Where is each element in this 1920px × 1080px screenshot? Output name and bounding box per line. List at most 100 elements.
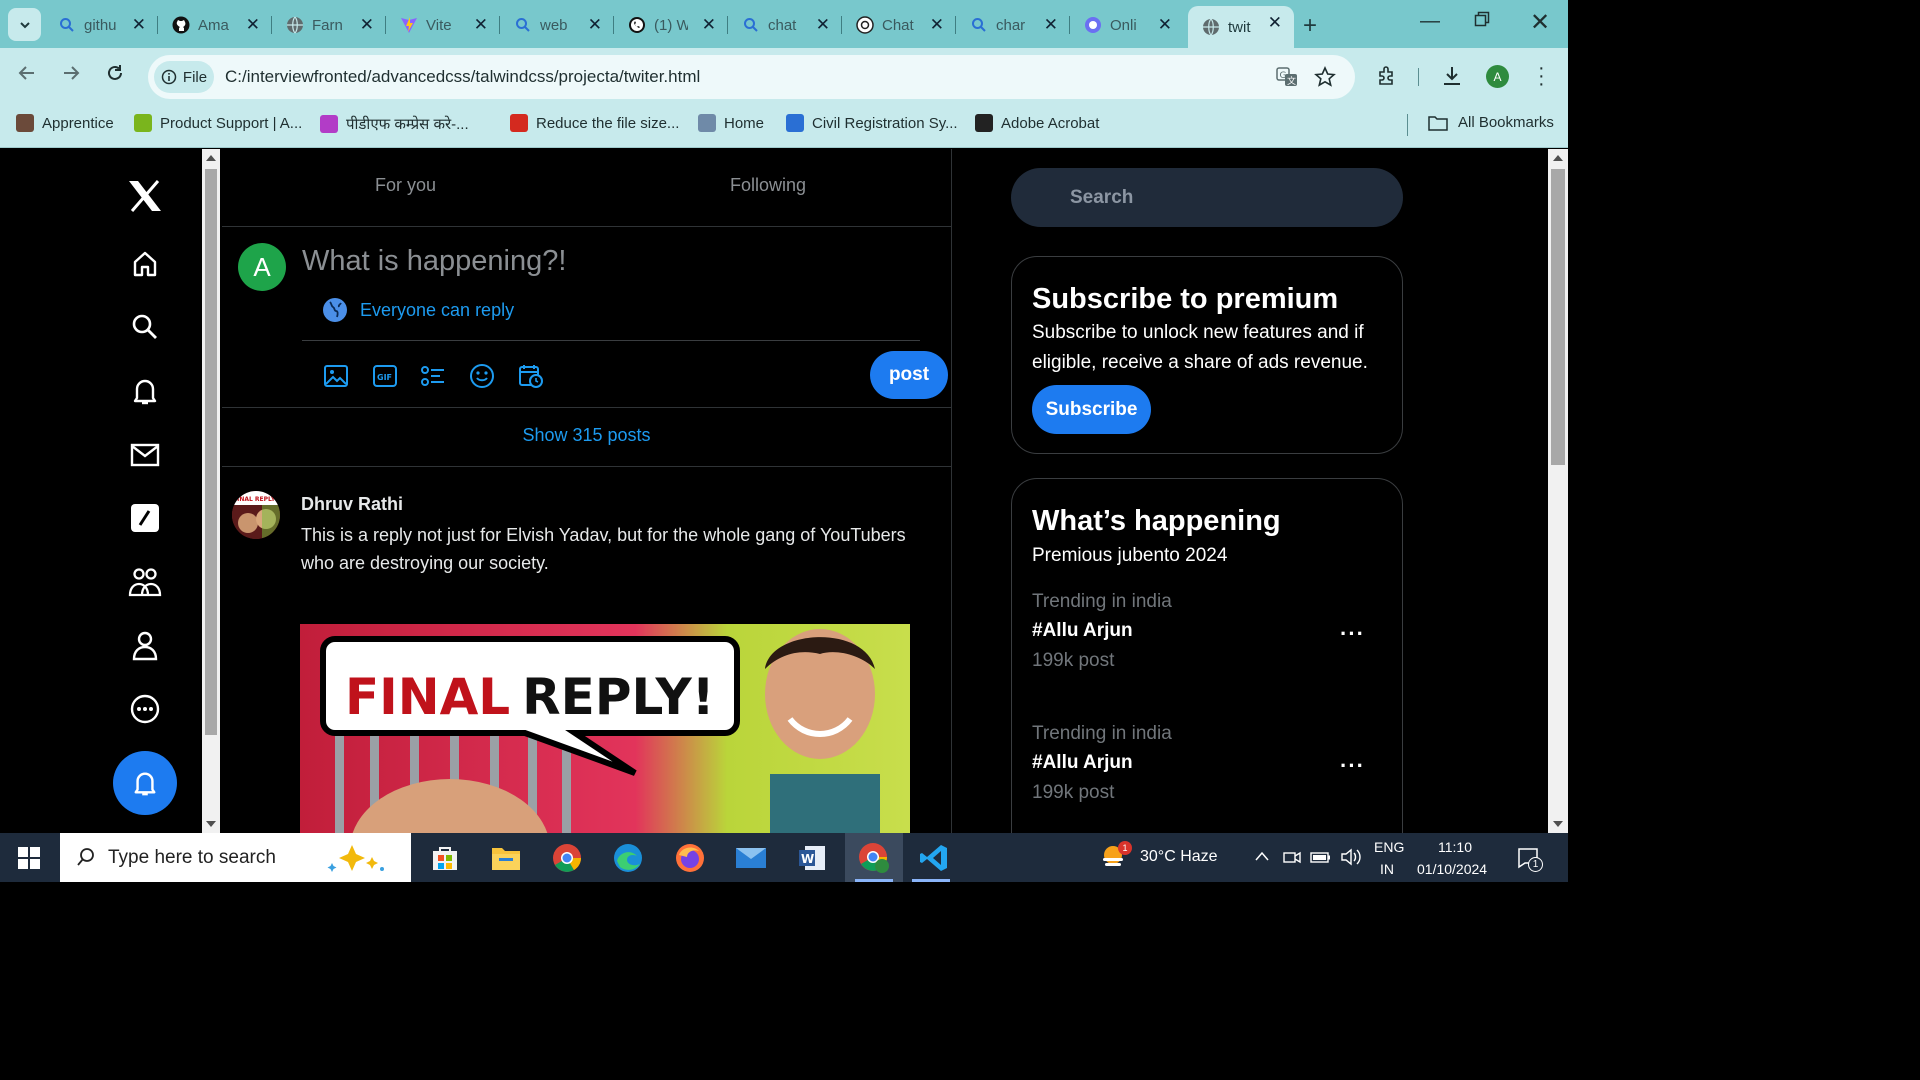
forward-button[interactable] [62, 64, 80, 88]
chrome-profile-icon[interactable] [857, 841, 891, 875]
url-text[interactable]: C:/interviewfronted/advancedcss/talwindc… [225, 67, 700, 87]
windows-start-icon[interactable] [18, 847, 40, 874]
microsoft-store-icon[interactable] [428, 841, 462, 875]
browser-tab[interactable]: web ✕ [500, 8, 614, 42]
browser-menu-icon[interactable]: · · · [1538, 58, 1545, 94]
chevron-up-icon[interactable] [1254, 849, 1270, 867]
trend-more-button[interactable]: ··· [1340, 753, 1365, 779]
all-bookmarks-button[interactable]: All Bookmarks [1428, 114, 1554, 131]
profile-icon[interactable] [128, 629, 162, 663]
tab-close-icon[interactable]: ✕ [1044, 16, 1058, 34]
mail-icon[interactable] [128, 438, 162, 472]
compose-fab-button[interactable] [113, 751, 177, 815]
meet-now-icon[interactable] [1283, 848, 1301, 871]
search-icon[interactable] [128, 310, 162, 344]
scroll-thumb[interactable] [1551, 169, 1565, 465]
page-scrollbar[interactable] [1548, 149, 1568, 833]
tab-close-icon[interactable]: ✕ [360, 16, 374, 34]
chrome-icon[interactable] [550, 841, 584, 875]
bookmark-item[interactable]: Civil Registration Sy... [786, 114, 958, 132]
show-posts-link[interactable]: Show 315 posts [222, 425, 951, 446]
communities-icon[interactable] [128, 565, 162, 599]
file-explorer-icon[interactable] [489, 841, 523, 875]
language-top[interactable]: ENG [1374, 839, 1404, 855]
bell-icon[interactable] [128, 374, 162, 408]
browser-tab[interactable]: Onli ✕ [1070, 8, 1184, 42]
scroll-thumb[interactable] [205, 169, 217, 735]
language-bottom[interactable]: IN [1380, 861, 1394, 877]
tab-close-icon[interactable]: ✕ [930, 16, 944, 34]
compose-input[interactable]: What is happening?! [302, 245, 566, 278]
tab-for-you[interactable]: For you [375, 175, 436, 196]
bookmark-item[interactable]: Adobe Acrobat [975, 114, 1099, 132]
browser-tab[interactable]: Vite ✕ [386, 8, 500, 42]
bookmark-item[interactable]: पीडीएफ कम्प्रेस करे-... [320, 114, 469, 134]
schedule-icon[interactable] [518, 363, 544, 389]
tab-following[interactable]: Following [730, 175, 806, 196]
left-scrollbar[interactable] [202, 149, 220, 833]
profile-avatar[interactable]: A [1486, 65, 1509, 88]
minimize-button[interactable]: — [1420, 10, 1440, 33]
bookmark-item[interactable]: Apprentice [16, 114, 114, 132]
scroll-down-arrow[interactable] [206, 821, 216, 827]
browser-tab[interactable]: chat ✕ [728, 8, 842, 42]
browser-tab[interactable]: (1) W ✕ [614, 8, 728, 42]
tab-close-icon[interactable]: ✕ [816, 16, 830, 34]
browser-tab[interactable]: Ama ✕ [158, 8, 272, 42]
scroll-up-arrow[interactable] [206, 155, 216, 161]
address-bar[interactable]: File C:/interviewfronted/advancedcss/tal… [148, 55, 1355, 99]
bookmark-item[interactable]: Reduce the file size... [510, 114, 679, 132]
browser-tab[interactable]: Farn ✕ [272, 8, 386, 42]
tab-active[interactable]: twit ✕ [1188, 6, 1294, 48]
back-button[interactable] [18, 64, 36, 88]
browser-tab[interactable]: Chat ✕ [842, 8, 956, 42]
battery-icon[interactable] [1310, 848, 1332, 871]
tab-close-icon[interactable]: ✕ [474, 16, 488, 34]
browser-tab[interactable]: githu ✕ [44, 8, 158, 42]
clock-time[interactable]: 11:10 [1438, 839, 1472, 855]
restore-button[interactable] [1474, 10, 1490, 33]
subscribe-button[interactable]: Subscribe [1032, 385, 1151, 434]
post-author-name[interactable]: Dhruv Rathi [301, 494, 403, 515]
edge-icon[interactable] [611, 841, 645, 875]
x-logo-icon[interactable] [128, 179, 162, 213]
firefox-icon[interactable] [673, 841, 707, 875]
taskbar-search-input[interactable]: Type here to search [60, 833, 411, 882]
reload-button[interactable] [106, 64, 124, 88]
download-icon[interactable] [1441, 65, 1463, 87]
close-window-button[interactable]: ✕ [1530, 8, 1550, 37]
image-icon[interactable] [323, 363, 349, 389]
volume-icon[interactable] [1340, 847, 1362, 872]
home-icon[interactable] [128, 247, 162, 281]
gif-icon[interactable]: GIF [372, 363, 398, 389]
trend-more-button[interactable]: ··· [1340, 621, 1365, 647]
emoji-icon[interactable] [469, 363, 495, 389]
post-author-avatar[interactable]: FINAL REPLY! [232, 491, 280, 539]
bookmark-star-icon[interactable] [1314, 66, 1336, 88]
scroll-up-arrow[interactable] [1553, 155, 1563, 161]
tab-close-icon[interactable]: ✕ [132, 16, 146, 34]
weather-text[interactable]: 30°C Haze [1140, 848, 1218, 866]
tab-close-icon[interactable]: ✕ [1268, 14, 1282, 32]
more-icon[interactable] [128, 692, 162, 726]
search-input[interactable]: Search [1011, 168, 1403, 227]
tab-close-icon[interactable]: ✕ [246, 16, 260, 34]
vscode-icon[interactable] [917, 841, 951, 875]
mail-app-icon[interactable] [734, 841, 768, 875]
tab-close-icon[interactable]: ✕ [702, 16, 716, 34]
bookmark-item[interactable]: Home [698, 114, 764, 132]
extensions-icon[interactable] [1376, 65, 1398, 87]
poll-icon[interactable] [420, 363, 446, 389]
clock-date[interactable]: 01/10/2024 [1417, 861, 1487, 877]
scroll-down-arrow[interactable] [1553, 821, 1563, 827]
grok-icon[interactable] [128, 501, 162, 535]
word-icon[interactable]: W [795, 841, 829, 875]
bookmark-item[interactable]: Product Support | A... [134, 114, 302, 132]
new-tab-button[interactable]: + [1303, 12, 1317, 40]
reply-setting-button[interactable]: Everyone can reply [322, 297, 514, 323]
post-image[interactable]: FINAL REPLY! [300, 624, 910, 833]
site-info-chip[interactable]: File [154, 61, 214, 93]
tab-search-button[interactable] [8, 8, 41, 41]
tab-close-icon[interactable]: ✕ [588, 16, 602, 34]
tab-close-icon[interactable]: ✕ [1158, 16, 1172, 34]
